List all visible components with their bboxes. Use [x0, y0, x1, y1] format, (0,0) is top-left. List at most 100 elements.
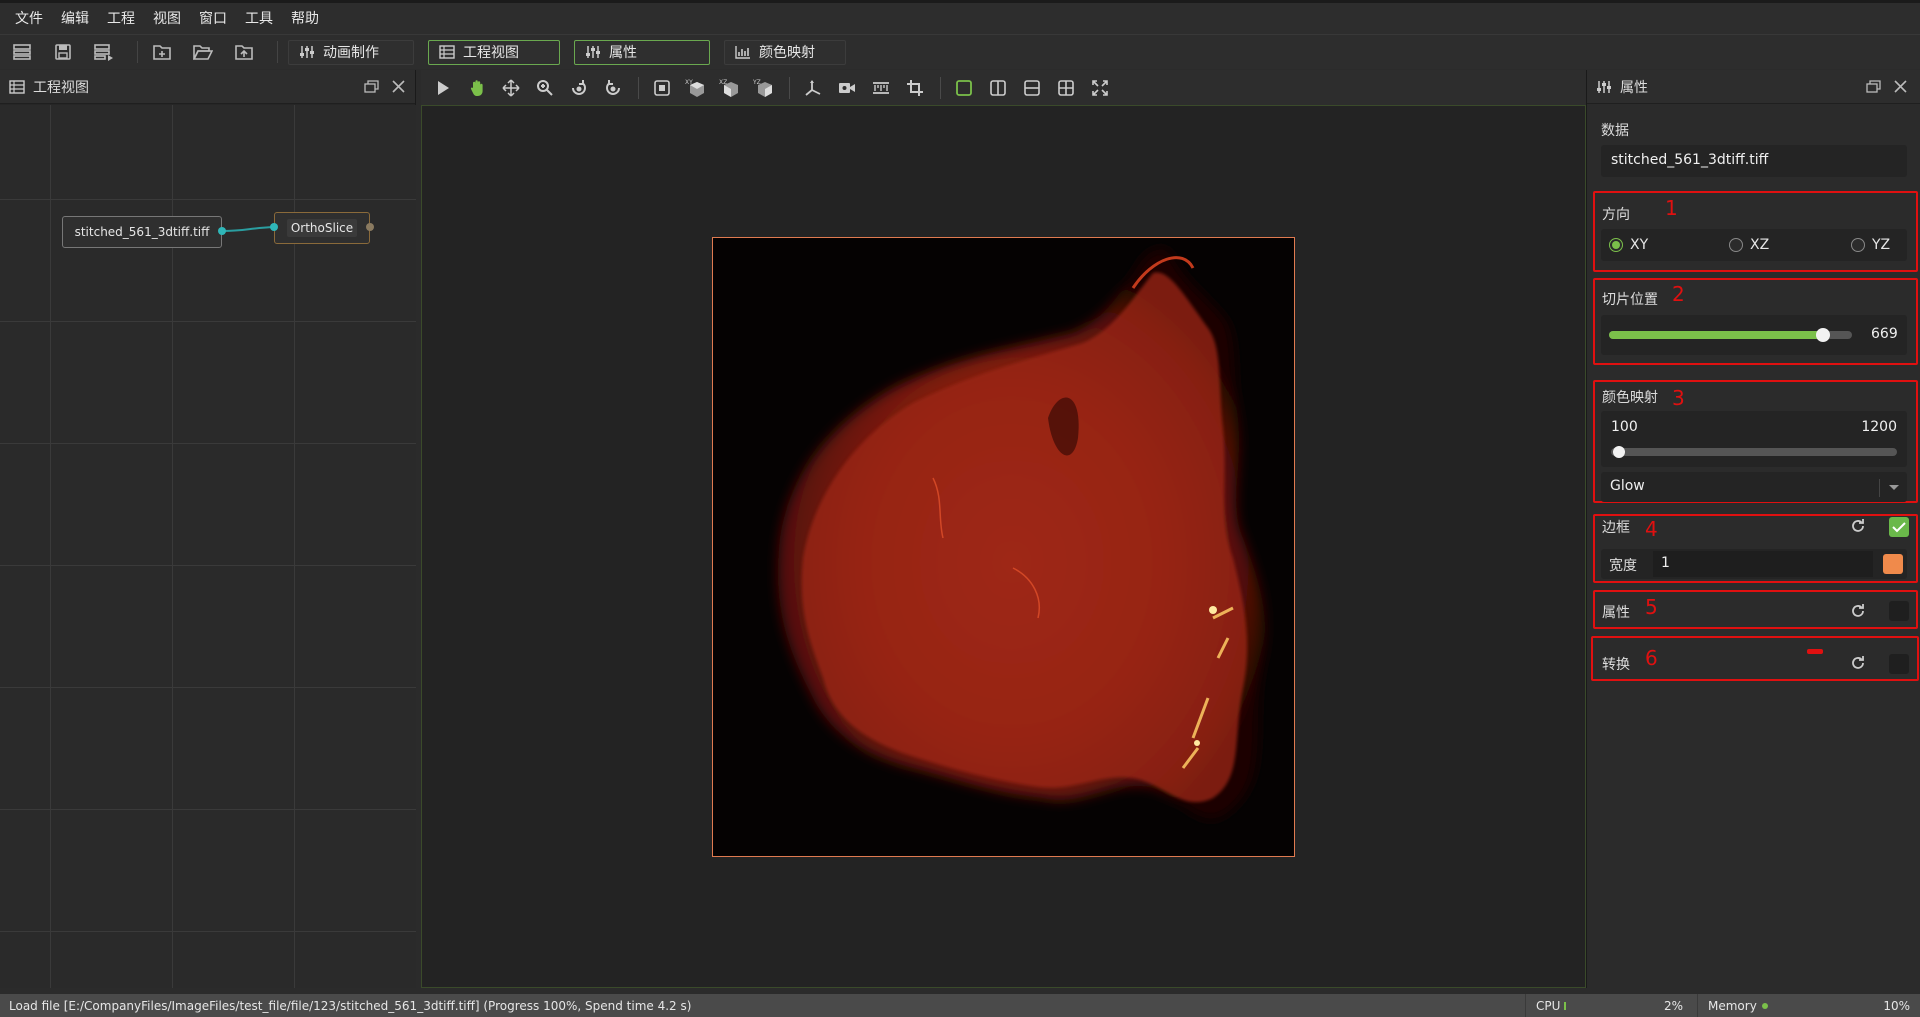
slice-slider-track[interactable] [1609, 328, 1852, 342]
orientation-group: XY XZ YZ [1601, 229, 1907, 261]
reset-icon[interactable] [1849, 654, 1867, 672]
menu-window[interactable]: 窗口 [190, 5, 236, 33]
toolbar-divider [940, 76, 941, 99]
crop-icon[interactable] [902, 75, 928, 101]
data-field[interactable]: stitched_561_3dtiff.tiff [1601, 145, 1907, 177]
annotation-box [1591, 636, 1919, 681]
width-label: 宽度 [1609, 558, 1637, 574]
float-panel-icon[interactable] [364, 80, 379, 93]
colormap-min: 100 [1611, 419, 1638, 435]
sliders-icon [300, 46, 314, 58]
memory-value: 10% [1883, 998, 1910, 1013]
rotate-left-icon[interactable] [566, 75, 592, 101]
radio-xy[interactable]: XY [1609, 237, 1648, 253]
viewport-toolbar: XY XZ YZ [421, 70, 1586, 105]
layout-vertical-split-icon[interactable] [985, 75, 1011, 101]
tab-label: 颜色映射 [759, 45, 815, 61]
open-folder-icon[interactable] [189, 38, 217, 66]
data-node[interactable]: stitched_561_3dtiff.tiff [62, 216, 222, 248]
range-handle-min[interactable] [1613, 446, 1625, 458]
memory-label: Memory [1708, 998, 1757, 1013]
input-port[interactable] [270, 223, 278, 231]
colormap-range-slider[interactable] [1611, 446, 1897, 458]
menu-view[interactable]: 视图 [144, 5, 190, 33]
radio-xz[interactable]: XZ [1729, 237, 1769, 253]
toolbar-divider [638, 76, 639, 99]
view-xz-icon[interactable]: XZ [717, 75, 743, 101]
menu-project[interactable]: 工程 [98, 5, 144, 33]
rotate-right-icon[interactable] [600, 75, 626, 101]
radio-dot [1609, 238, 1623, 252]
view-xy-icon[interactable]: XY [683, 75, 709, 101]
close-icon[interactable] [391, 79, 406, 94]
orientation-label: 方向 [1602, 207, 1630, 223]
move-icon[interactable] [498, 75, 524, 101]
menu-edit[interactable]: 编辑 [52, 5, 98, 33]
memory-indicator [1761, 1002, 1768, 1009]
hand-icon[interactable] [464, 75, 490, 101]
reset-icon[interactable] [1849, 517, 1867, 535]
annotation-box [1593, 590, 1918, 629]
border-color-swatch[interactable] [1883, 554, 1903, 574]
border-width-row: 宽度 1 [1601, 549, 1907, 579]
cpu-bar [1564, 1001, 1567, 1010]
pointer-icon[interactable] [430, 75, 456, 101]
orthoslice-node[interactable]: OrthoSlice [274, 212, 370, 244]
layout-single-icon[interactable] [951, 75, 977, 101]
list-icon [9, 79, 25, 94]
radio-yz[interactable]: YZ [1851, 237, 1890, 253]
sliders-icon [586, 46, 600, 58]
fullscreen-icon[interactable] [1087, 75, 1113, 101]
axes-icon[interactable] [800, 75, 826, 101]
close-icon[interactable] [1893, 79, 1908, 94]
annotation-number: 1 [1665, 196, 1678, 220]
menu-file[interactable]: 文件 [6, 5, 52, 33]
fit-view-icon[interactable] [649, 75, 675, 101]
layout-quad-icon[interactable] [1053, 75, 1079, 101]
menu-tools[interactable]: 工具 [236, 5, 282, 33]
tab-project-view[interactable]: 工程视图 [428, 39, 560, 65]
memory-meter: Memory 10% [1697, 994, 1920, 1017]
border-width-input[interactable]: 1 [1653, 551, 1873, 577]
zoom-icon[interactable] [532, 75, 558, 101]
toolbar-divider [789, 76, 790, 99]
attribute-label: 属性 [1602, 605, 1630, 621]
float-panel-icon[interactable] [1866, 80, 1881, 93]
checkmark-icon [1892, 522, 1906, 533]
border-checkbox[interactable] [1889, 517, 1909, 537]
colormap-max: 1200 [1861, 419, 1897, 435]
save-as-icon[interactable] [90, 38, 118, 66]
annotation-mark [1807, 649, 1823, 654]
new-file-icon[interactable] [148, 38, 176, 66]
attribute-checkbox[interactable] [1889, 601, 1909, 621]
output-port[interactable] [218, 227, 226, 235]
panel-title: 属性 [1620, 79, 1648, 96]
ruler-icon[interactable] [868, 75, 894, 101]
tab-colormap[interactable]: 颜色映射 [724, 39, 846, 65]
tab-label: 工程视图 [463, 45, 519, 61]
menu-help[interactable]: 帮助 [282, 5, 328, 33]
camera-icon[interactable] [834, 75, 860, 101]
data-value: stitched_561_3dtiff.tiff [1611, 152, 1769, 168]
reset-icon[interactable] [1849, 602, 1867, 620]
slice-slider-handle[interactable] [1815, 328, 1830, 342]
colormap-preset-select[interactable]: Glow [1601, 472, 1907, 502]
tab-properties[interactable]: 属性 [574, 39, 710, 65]
tab-animation[interactable]: 动画制作 [288, 39, 414, 65]
save-icon[interactable] [49, 38, 77, 66]
transform-checkbox[interactable] [1889, 654, 1909, 674]
layout-horizontal-split-icon[interactable] [1019, 75, 1045, 101]
import-icon[interactable] [230, 38, 258, 66]
stack-icon[interactable] [8, 38, 36, 66]
slice-position-label: 切片位置 [1602, 292, 1658, 308]
chevron-down-icon [1889, 485, 1899, 490]
width-value: 1 [1661, 555, 1670, 571]
tab-label: 属性 [609, 45, 637, 61]
output-port[interactable] [366, 223, 374, 231]
view-yz-icon[interactable]: YZ [751, 75, 777, 101]
toolbar-divider [137, 41, 138, 63]
main-toolbar: 动画制作 工程视图 属性 颜色映射 [0, 34, 1920, 69]
3d-viewport[interactable] [421, 105, 1586, 988]
annotation-number: 5 [1645, 595, 1658, 619]
node-graph[interactable]: stitched_561_3dtiff.tiff OrthoSlice [0, 105, 416, 988]
